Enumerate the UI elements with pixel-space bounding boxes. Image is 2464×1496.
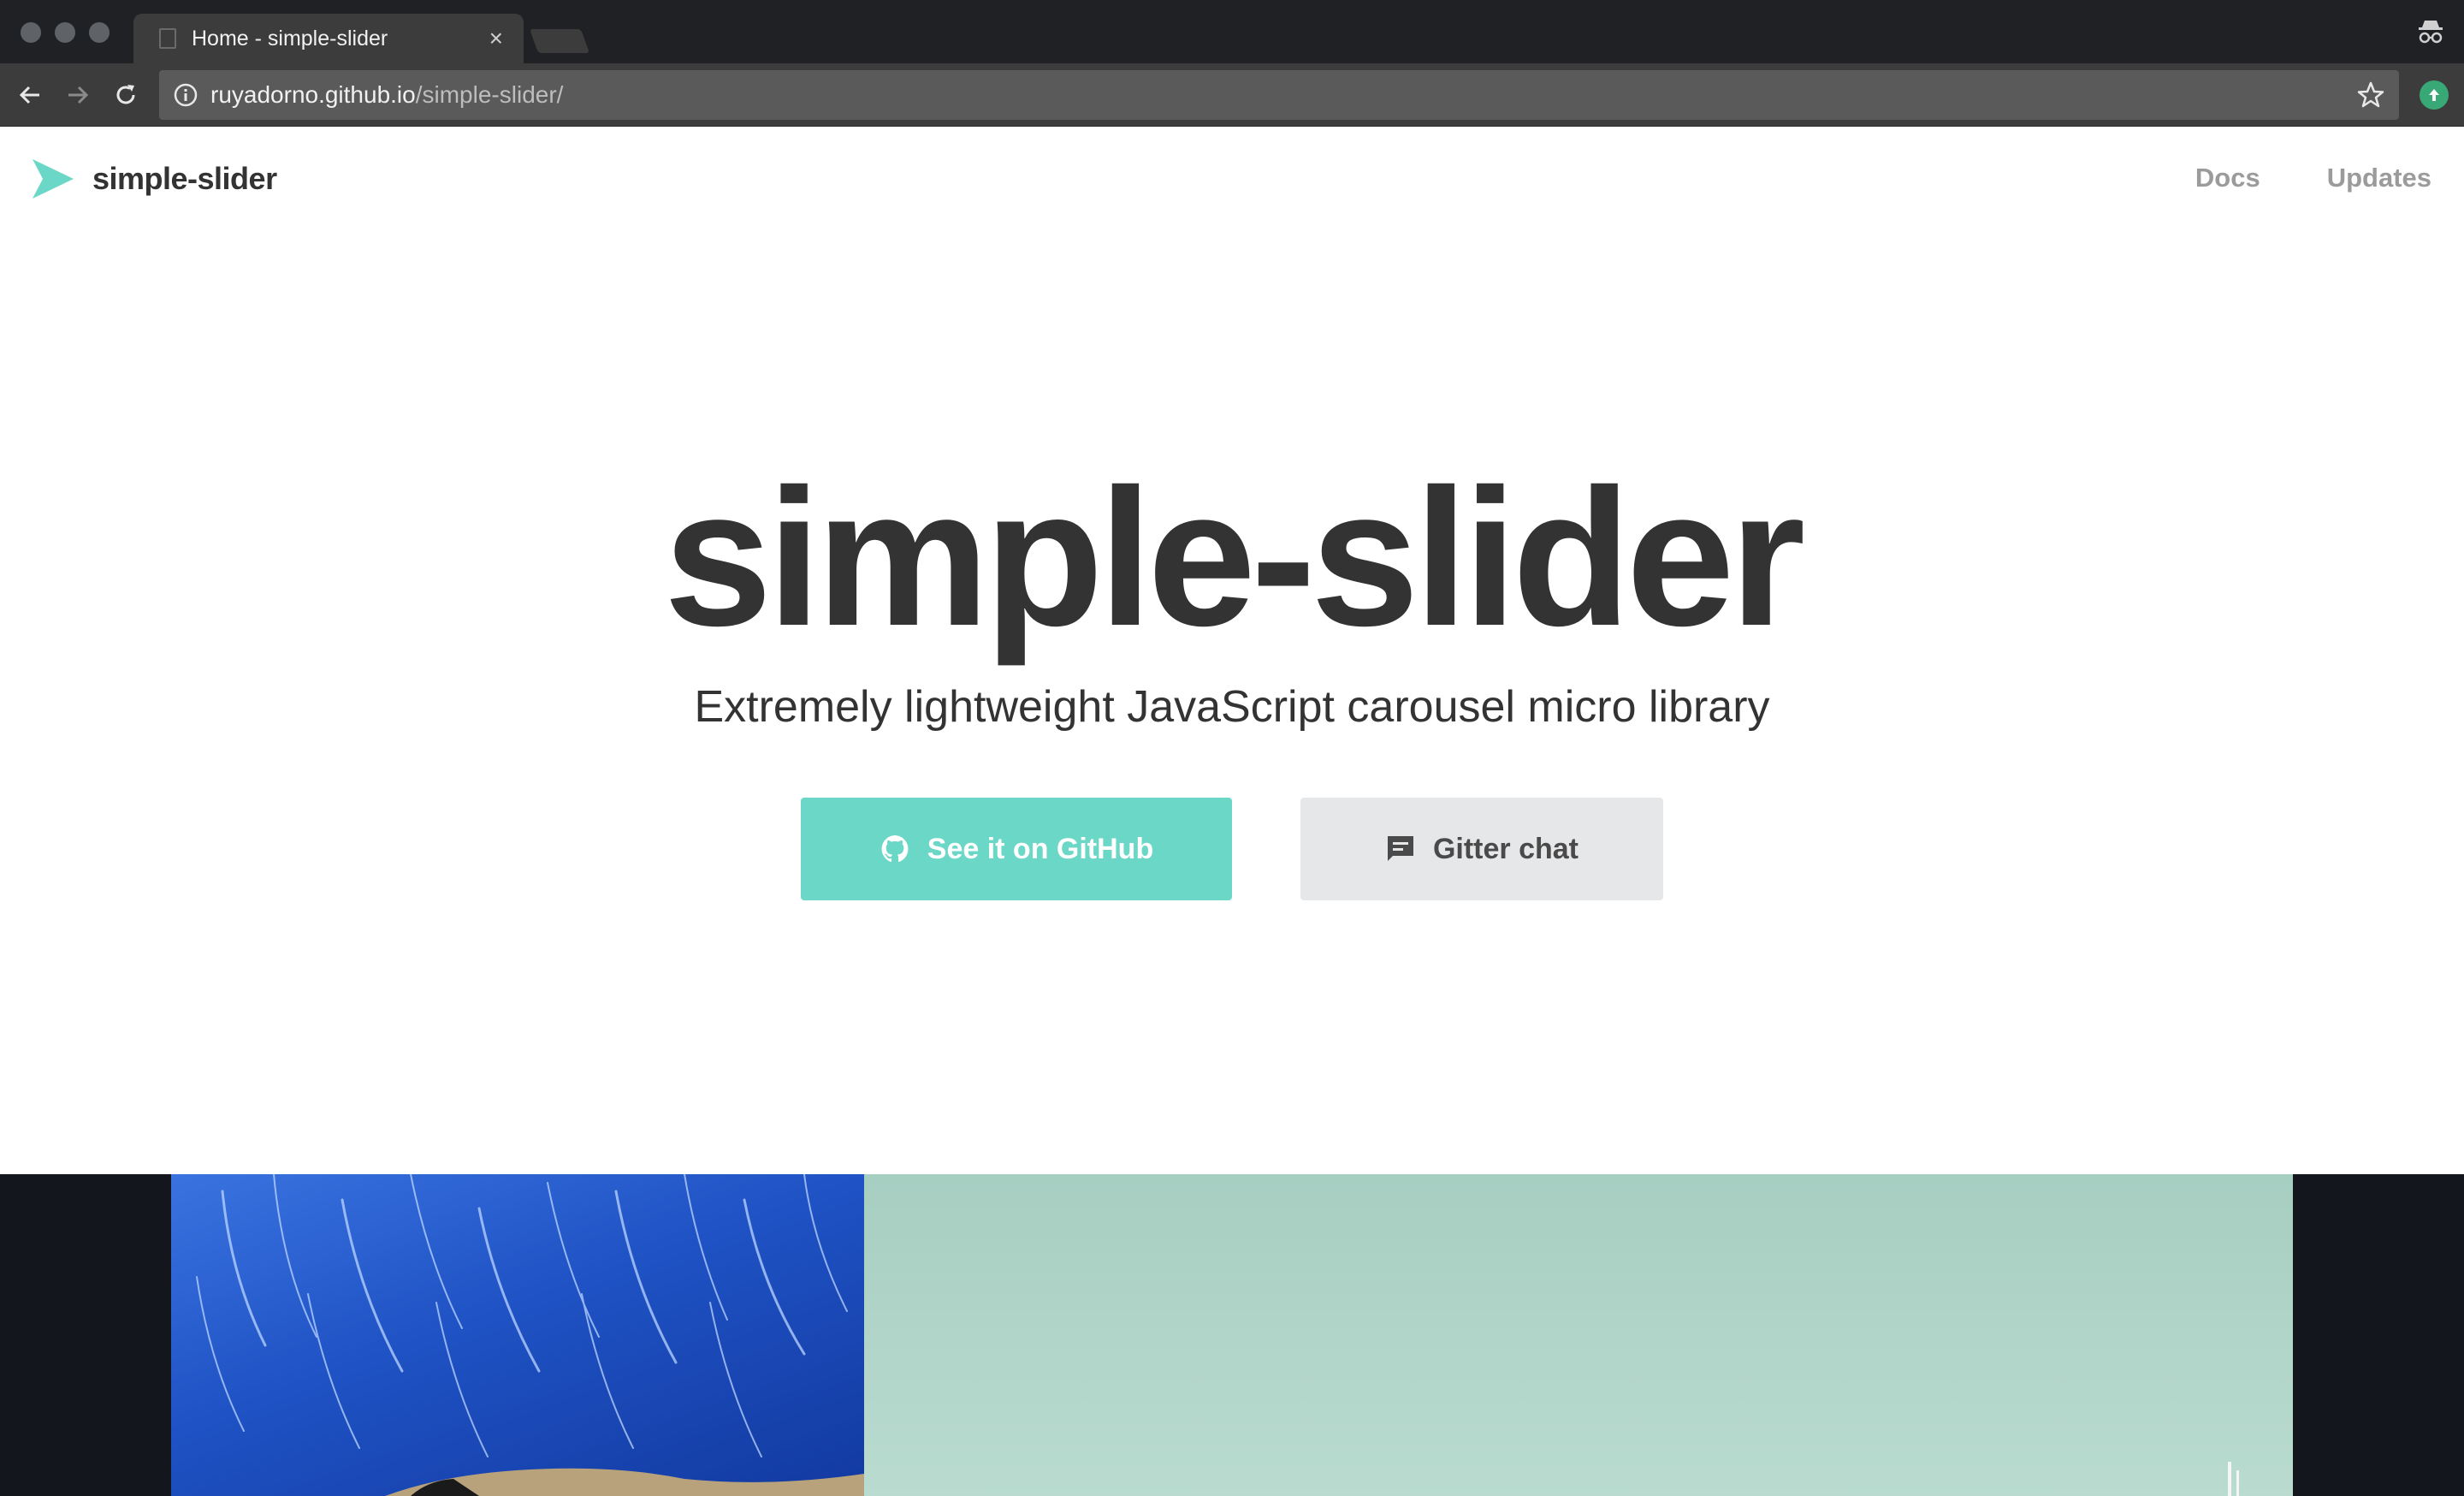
forward-button[interactable] bbox=[62, 79, 94, 111]
extension-icon[interactable] bbox=[2420, 80, 2449, 110]
window-maximize-dot[interactable] bbox=[89, 22, 110, 43]
hero-title: simple-slider bbox=[663, 449, 1806, 667]
address-bar[interactable]: ruyadorno.github.io/simple-slider/ bbox=[159, 70, 2399, 120]
browser-tab-active[interactable]: Home - simple-slider × bbox=[133, 14, 524, 63]
web-page: simple-slider Docs Updates simple-slider… bbox=[0, 127, 2464, 1496]
github-icon bbox=[881, 835, 909, 863]
tab-title: Home - simple-slider bbox=[192, 26, 388, 50]
github-button[interactable]: See it on GitHub bbox=[801, 798, 1232, 900]
info-icon[interactable] bbox=[173, 82, 198, 108]
image-carousel[interactable] bbox=[0, 1174, 2464, 1496]
gitter-chat-button[interactable]: Gitter chat bbox=[1300, 798, 1663, 900]
window-close-dot[interactable] bbox=[21, 22, 41, 43]
url-host: ruyadorno.github.io bbox=[210, 81, 416, 108]
reload-button[interactable] bbox=[110, 79, 142, 111]
reload-icon bbox=[116, 85, 135, 104]
browser-toolbar: ruyadorno.github.io/simple-slider/ bbox=[0, 63, 2464, 127]
url-text[interactable]: ruyadorno.github.io/simple-slider/ bbox=[210, 81, 2356, 109]
new-tab-button[interactable] bbox=[529, 29, 590, 53]
mint-landscape-image bbox=[2228, 1462, 2239, 1496]
back-arrow-icon bbox=[19, 86, 39, 104]
window-minimize-dot[interactable] bbox=[55, 22, 75, 43]
forward-arrow-icon bbox=[68, 86, 89, 104]
gitter-button-label: Gitter chat bbox=[1432, 832, 1579, 865]
upload-arrow-icon bbox=[2429, 89, 2439, 101]
hero-subtitle: Extremely lightweight JavaScript carouse… bbox=[694, 682, 1770, 732]
browser-titlebar: Home - simple-slider × bbox=[0, 0, 2464, 63]
star-icon[interactable] bbox=[2356, 80, 2385, 110]
github-button-label: See it on GitHub bbox=[927, 832, 1154, 865]
incognito-icon[interactable] bbox=[2414, 15, 2447, 48]
url-path: /simple-slider/ bbox=[415, 81, 564, 108]
chat-icon bbox=[1387, 836, 1413, 861]
hero-section: simple-slider Extremely lightweight Java… bbox=[0, 127, 2464, 1174]
carousel-slide-mint-landscape bbox=[864, 1174, 2293, 1496]
back-button[interactable] bbox=[14, 79, 46, 111]
tab-close-icon[interactable]: × bbox=[489, 27, 503, 50]
star-trails-image bbox=[196, 1174, 864, 1496]
carousel-slide-star-trails bbox=[171, 1174, 864, 1496]
page-favicon-icon bbox=[159, 28, 176, 49]
